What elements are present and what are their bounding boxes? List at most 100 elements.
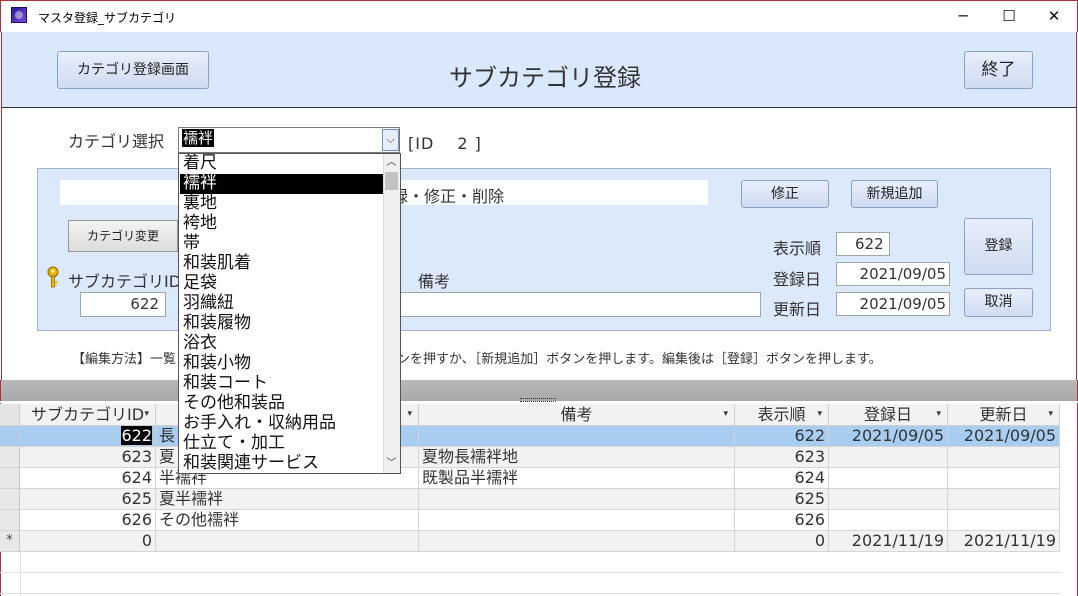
column-header-created[interactable]: 登録日 ▾: [829, 404, 948, 426]
new-record-button[interactable]: 新規追加: [851, 180, 938, 208]
table-row[interactable]: 626 その他襦袢 626: [0, 510, 1060, 531]
chevron-down-icon[interactable]: ﹀: [384, 456, 399, 472]
dropdown-item[interactable]: 足袋: [180, 274, 383, 294]
cell-created[interactable]: 2021/11/19: [829, 531, 948, 552]
dropdown-item[interactable]: 羽織紐: [180, 294, 383, 314]
change-category-button[interactable]: カテゴリ変更: [68, 220, 178, 252]
cell-subcategory-id[interactable]: 624: [20, 468, 156, 489]
cancel-button[interactable]: 取消: [964, 288, 1033, 317]
column-header-display-order[interactable]: 表示順 ▾: [735, 404, 829, 426]
sort-arrow-icon[interactable]: ▾: [407, 404, 412, 425]
row-selector[interactable]: [0, 510, 20, 531]
empty-grid-row: [0, 552, 1060, 573]
chevron-up-icon[interactable]: ︿: [384, 155, 399, 171]
sort-arrow-icon[interactable]: ▾: [817, 404, 822, 425]
cell-name[interactable]: その他襦袢: [156, 510, 419, 531]
sort-arrow-icon[interactable]: ▾: [723, 404, 728, 425]
cell-display-order[interactable]: 623: [735, 447, 829, 468]
column-header-updated[interactable]: 更新日 ▾: [948, 404, 1060, 426]
cell-remarks[interactable]: [419, 426, 735, 447]
dropdown-scroll-thumb[interactable]: [385, 172, 398, 190]
table-row[interactable]: 623 夏 夏物長襦袢地 623: [0, 447, 1060, 468]
cell-updated[interactable]: [948, 510, 1060, 531]
cell-updated[interactable]: [948, 468, 1060, 489]
cell-remarks[interactable]: [419, 489, 735, 510]
dropdown-item[interactable]: 袴地: [180, 214, 383, 234]
select-all-corner[interactable]: [0, 404, 20, 426]
register-button[interactable]: 登録: [964, 218, 1033, 275]
chevron-down-icon[interactable]: ⌵: [382, 129, 399, 151]
cell-remarks[interactable]: [419, 510, 735, 531]
created-date-field[interactable]: 2021/09/05: [836, 262, 950, 286]
grid-vertical-scroll-area: [1060, 404, 1077, 596]
dropdown-item[interactable]: 和装小物: [180, 354, 383, 374]
exit-button[interactable]: 終了: [964, 51, 1033, 89]
column-header-subcategory-id[interactable]: サブカテゴリID ▾: [20, 404, 156, 426]
cell-display-order[interactable]: 0: [735, 531, 829, 552]
minimize-button[interactable]: ─: [940, 0, 986, 32]
cell-remarks[interactable]: [419, 531, 735, 552]
cell-updated[interactable]: [948, 447, 1060, 468]
maximize-button[interactable]: ☐: [986, 0, 1032, 32]
dropdown-item[interactable]: 和装履物: [180, 314, 383, 334]
cell-name[interactable]: [156, 531, 419, 552]
cell-updated[interactable]: 2021/09/05: [948, 426, 1060, 447]
dropdown-item[interactable]: 裏地: [180, 194, 383, 214]
cell-display-order[interactable]: 626: [735, 510, 829, 531]
dropdown-item[interactable]: 帯: [180, 234, 383, 254]
category-combobox-value[interactable]: 襦袢: [182, 129, 215, 147]
column-header-remarks[interactable]: 備考 ▾: [419, 404, 735, 426]
cell-remarks[interactable]: 夏物長襦袢地: [419, 447, 735, 468]
remarks-field[interactable]: [400, 292, 761, 317]
modify-button[interactable]: 修正: [741, 180, 829, 208]
dropdown-item[interactable]: その他和装品: [180, 394, 383, 414]
dropdown-item[interactable]: 着尺: [180, 154, 383, 174]
table-row[interactable]: 622 長 622 2021/09/05 2021/09/05: [0, 426, 1060, 447]
dropdown-item[interactable]: 和装関連サービス: [180, 454, 383, 473]
cell-created[interactable]: [829, 489, 948, 510]
category-dropdown-list[interactable]: 着尺 襦袢 裏地 袴地 帯 和装肌着 足袋 羽織紐 和装履物 浴衣 和装小物 和…: [178, 153, 401, 474]
cell-subcategory-id[interactable]: 623: [20, 447, 156, 468]
cell-subcategory-id[interactable]: 0: [20, 531, 156, 552]
cell-subcategory-id[interactable]: 625: [20, 489, 156, 510]
new-record-row[interactable]: * 0 0 2021/11/19 2021/11/19: [0, 531, 1060, 552]
dropdown-item[interactable]: 仕立て・加工: [180, 434, 383, 454]
cell-remarks[interactable]: 既製品半襦袢: [419, 468, 735, 489]
cell-created[interactable]: [829, 510, 948, 531]
dropdown-item[interactable]: 浴衣: [180, 334, 383, 354]
cell-subcategory-id[interactable]: 626: [20, 510, 156, 531]
cell-created[interactable]: [829, 468, 948, 489]
cell-display-order[interactable]: 622: [735, 426, 829, 447]
updated-date-field[interactable]: 2021/09/05: [836, 292, 950, 316]
display-order-field[interactable]: 622: [836, 232, 890, 256]
row-selector[interactable]: [0, 489, 20, 510]
cell-created[interactable]: 2021/09/05: [829, 426, 948, 447]
cell-updated[interactable]: [948, 489, 1060, 510]
subcategory-id-field[interactable]: 622: [80, 292, 166, 317]
cell-subcategory-id[interactable]: 622: [20, 426, 156, 447]
cell-display-order[interactable]: 624: [735, 468, 829, 489]
dropdown-item-selected[interactable]: 襦袢: [180, 174, 383, 194]
cell-created[interactable]: [829, 447, 948, 468]
cell-display-order[interactable]: 625: [735, 489, 829, 510]
cell-name[interactable]: 夏半襦袢: [156, 489, 419, 510]
split-grip-icon[interactable]: [520, 398, 556, 402]
category-screen-button[interactable]: カテゴリ登録画面: [57, 51, 209, 89]
new-record-marker[interactable]: *: [0, 531, 20, 552]
row-selector[interactable]: [0, 426, 20, 447]
close-button[interactable]: ✕: [1031, 0, 1077, 32]
sort-arrow-icon[interactable]: ▾: [1048, 404, 1053, 425]
row-selector[interactable]: [0, 447, 20, 468]
key-icon: [47, 266, 59, 288]
table-row[interactable]: 625 夏半襦袢 625: [0, 489, 1060, 510]
table-row[interactable]: 624 半襦袢 既製品半襦袢 624: [0, 468, 1060, 489]
cell-updated[interactable]: 2021/11/19: [948, 531, 1060, 552]
dropdown-scrollbar[interactable]: [383, 154, 400, 473]
sort-arrow-icon[interactable]: ▾: [936, 404, 941, 425]
dropdown-item[interactable]: お手入れ・収納用品: [180, 414, 383, 434]
dropdown-item[interactable]: 和装コート: [180, 374, 383, 394]
row-selector[interactable]: [0, 468, 20, 489]
dropdown-item[interactable]: 和装肌着: [180, 254, 383, 274]
sort-arrow-icon[interactable]: ▾: [144, 404, 149, 425]
page-title: サブカテゴリ登録: [449, 64, 641, 92]
